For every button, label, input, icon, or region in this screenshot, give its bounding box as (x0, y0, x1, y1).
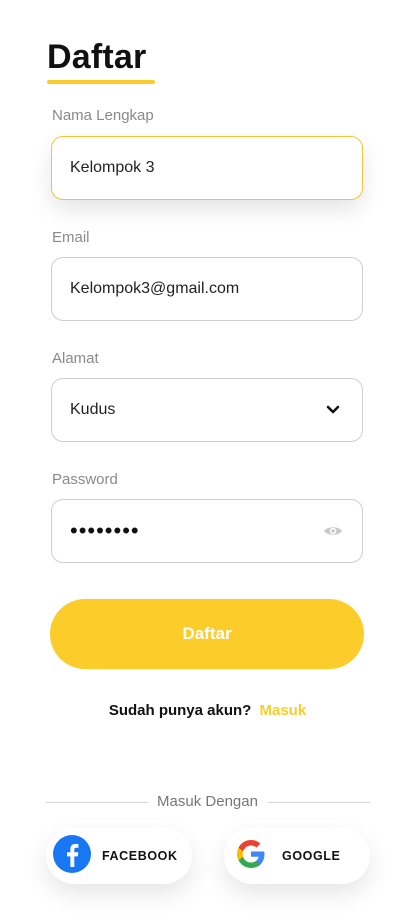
address-label: Alamat (52, 350, 99, 367)
signin-row: Sudah punya akun? Masuk (0, 702, 415, 719)
name-field[interactable]: Kelompok 3 (51, 136, 363, 200)
page-title: Daftar (47, 38, 147, 76)
name-value: Kelompok 3 (70, 159, 155, 176)
name-label: Nama Lengkap (52, 107, 154, 124)
address-value: Kudus (70, 401, 116, 418)
signin-prompt: Sudah punya akun? (108, 702, 252, 719)
email-label: Email (52, 229, 90, 246)
facebook-label: FACEBOOK (102, 849, 178, 863)
eye-icon[interactable] (322, 520, 344, 542)
google-label: GOOGLE (282, 849, 341, 863)
register-page: Daftar Nama Lengkap Kelompok 3 Email Kel… (0, 0, 415, 920)
password-label: Password (52, 471, 118, 488)
password-value: •••••••• (70, 518, 140, 543)
address-select[interactable]: Kudus (51, 378, 363, 442)
signin-link[interactable]: Masuk (260, 702, 307, 719)
register-button[interactable]: Daftar (50, 599, 364, 669)
google-icon (234, 837, 268, 876)
title-underline (47, 80, 155, 84)
chevron-down-icon[interactable] (322, 399, 344, 421)
divider-text: Masuk Dengan (157, 793, 258, 810)
google-login-button[interactable]: GOOGLE (224, 828, 370, 884)
email-field[interactable]: Kelompok3@gmail.com (51, 257, 363, 321)
password-field[interactable]: •••••••• (51, 499, 363, 563)
facebook-login-button[interactable]: FACEBOOK (46, 828, 192, 884)
email-value: Kelompok3@gmail.com (70, 280, 240, 297)
facebook-icon (52, 834, 92, 879)
